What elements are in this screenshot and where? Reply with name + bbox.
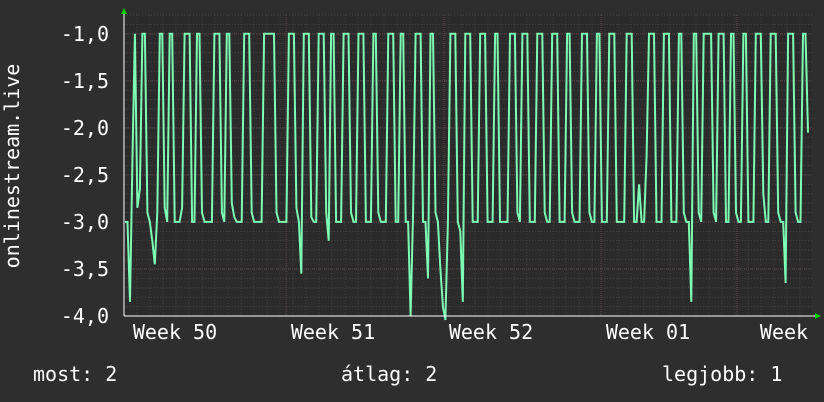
x-tick-label: Week	[760, 320, 808, 344]
line-chart: -1,0-1,5-2,0-2,5-3,0-3,5-4,0 Week 50 Week…	[0, 8, 821, 344]
x-tick-label: Week 50	[133, 320, 217, 344]
y-tick-label: -1,5	[61, 69, 109, 93]
stat-average: átlag: 2	[341, 362, 438, 386]
stat-best: legjobb: 1	[662, 362, 783, 386]
x-tick-labels: Week 50 Week 51 Week 52 Week 01 Week	[133, 320, 808, 344]
y-tick-label: -2,0	[61, 116, 109, 140]
y-tick-label: -1,0	[61, 22, 109, 46]
x-tick-label: Week 51	[291, 320, 375, 344]
y-tick-label: -2,5	[61, 163, 109, 187]
x-axis-arrow-icon	[815, 313, 821, 319]
y-axis-arrow-icon	[121, 8, 127, 14]
y-axis-label: onlinestream.live	[0, 64, 24, 269]
y-tick-label: -3,5	[61, 257, 109, 281]
y-tick-label: -4,0	[61, 304, 109, 328]
x-tick-label: Week 01	[606, 320, 690, 344]
y-tick-label: -3,0	[61, 210, 109, 234]
y-tick-labels: -1,0 -1,5 -2,0 -2,5 -3,0 -3,5 -4,0	[61, 22, 109, 328]
x-tick-label: Week 52	[449, 320, 533, 344]
stat-current: most: 2	[33, 362, 118, 386]
